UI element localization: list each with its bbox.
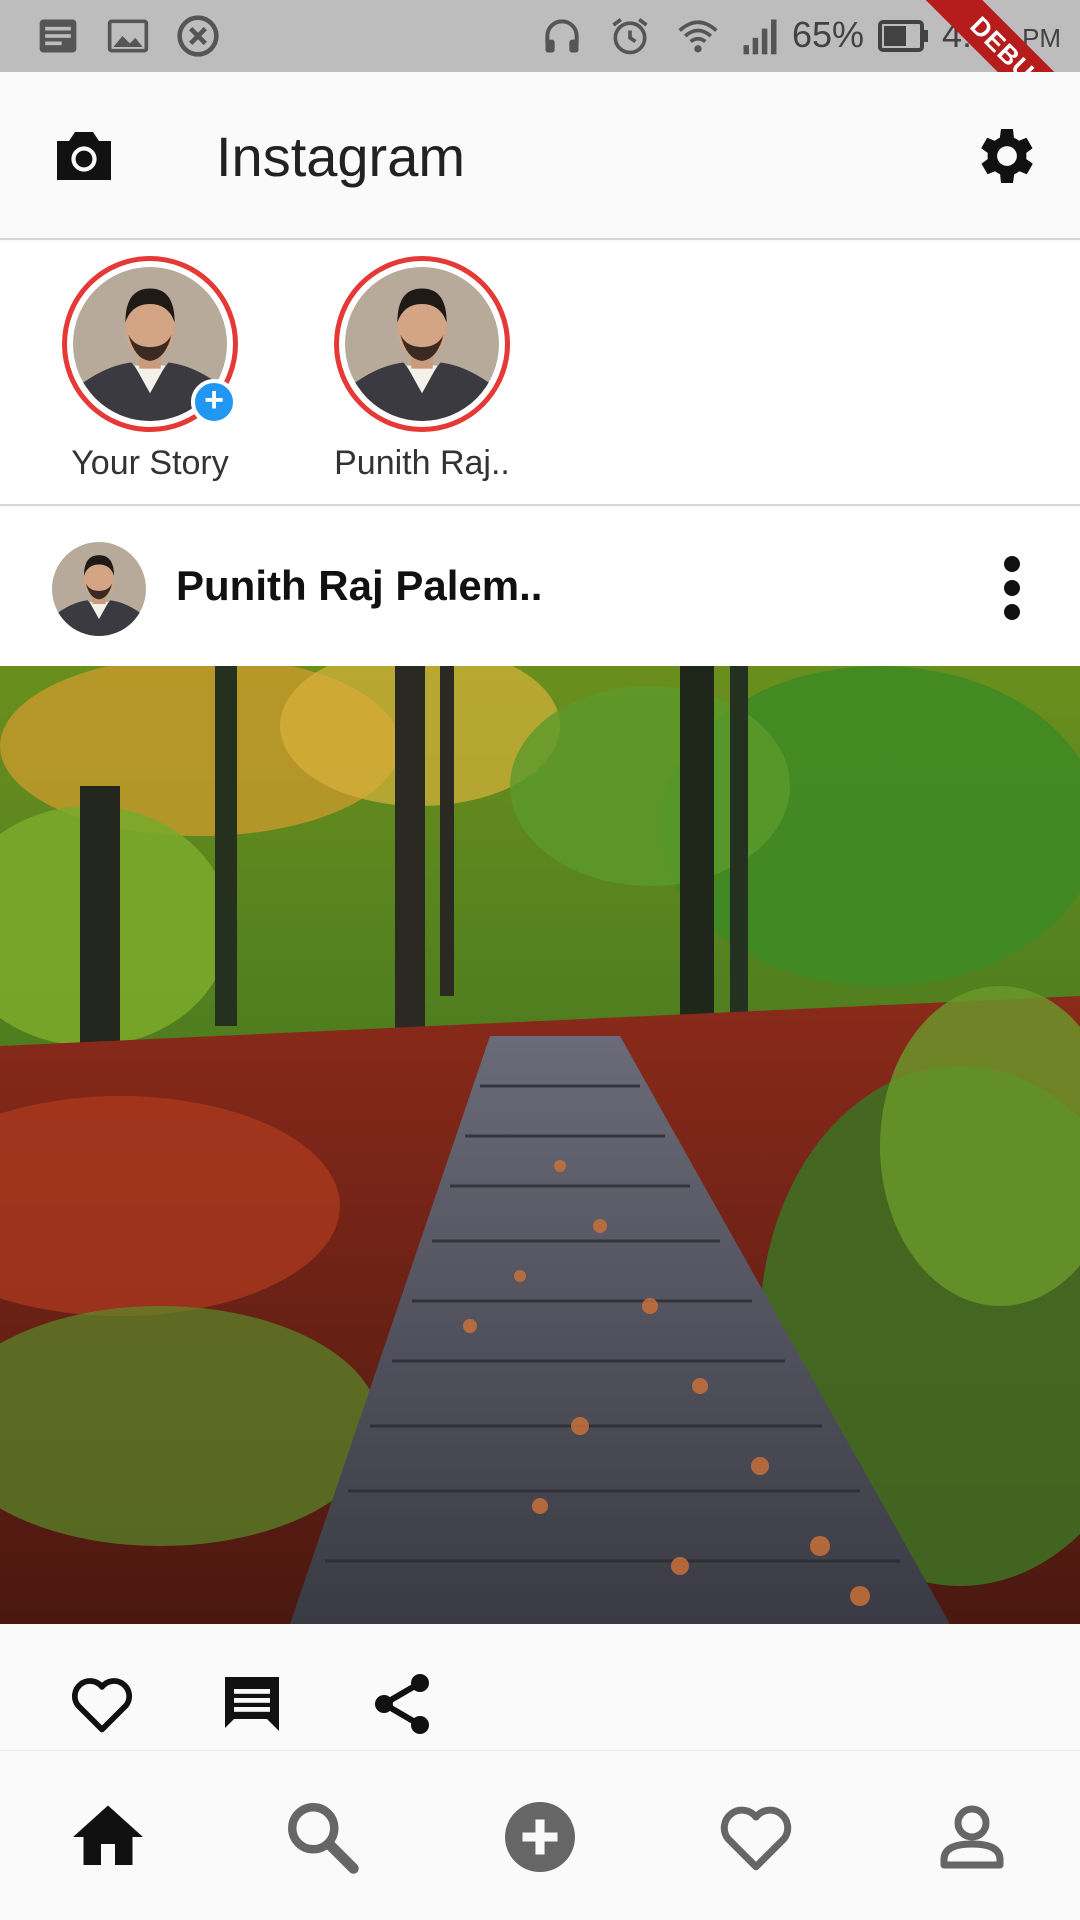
camera-icon[interactable] (48, 120, 120, 192)
avatar (345, 267, 499, 421)
story-ring: + (62, 256, 238, 432)
story-your-story[interactable]: + Your Story (50, 256, 250, 483)
search-icon[interactable] (280, 1795, 364, 1879)
blocked-icon (177, 15, 219, 57)
add-story-badge[interactable]: + (191, 379, 237, 425)
activity-icon[interactable] (714, 1795, 798, 1879)
status-bar: 65% 4:31 PM DEBUG (0, 0, 1080, 163)
comment-icon[interactable] (216, 1668, 288, 1740)
like-icon[interactable] (66, 1668, 138, 1740)
headphones-icon (545, 19, 579, 53)
add-icon[interactable] (498, 1795, 582, 1879)
image-icon (107, 19, 149, 53)
signal-icon (743, 19, 777, 55)
battery-icon (878, 20, 928, 52)
wifi-icon (678, 20, 718, 53)
post-avatar[interactable] (52, 542, 146, 636)
post-username[interactable]: Punith Raj Palem.. (176, 562, 542, 610)
bottom-navigation (0, 1750, 1080, 1920)
battery-percent: 65% (792, 14, 865, 55)
stories-row: + Your Story Punith Raj.. (0, 242, 1080, 506)
post-actions (0, 1624, 1080, 1748)
notification-icon (39, 19, 77, 53)
alarm-icon (612, 18, 648, 55)
story-label: Punith Raj.. (334, 444, 510, 482)
app-bar: Instagram (0, 72, 1080, 240)
post-image (0, 666, 1080, 1624)
post-header: Punith Raj Palem.. (0, 508, 1080, 666)
settings-icon[interactable] (968, 120, 1040, 192)
home-icon[interactable] (66, 1795, 150, 1879)
story-label: Your Story (71, 444, 229, 482)
story-punith-raj[interactable]: Punith Raj.. (322, 256, 522, 483)
story-ring (334, 256, 510, 432)
more-vert-icon[interactable] (992, 552, 1032, 624)
app-title: Instagram (216, 125, 465, 188)
profile-icon[interactable] (930, 1795, 1014, 1879)
share-icon[interactable] (366, 1668, 438, 1740)
